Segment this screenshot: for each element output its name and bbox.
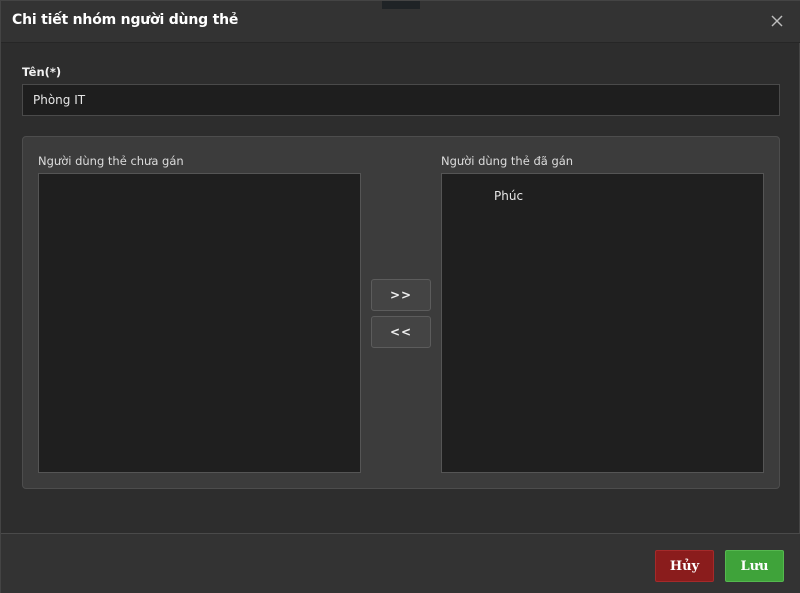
unassign-button[interactable]: << [371, 316, 431, 348]
assign-button[interactable]: >> [371, 279, 431, 311]
name-input[interactable] [22, 84, 780, 116]
dialog-titlebar: Chi tiết nhóm người dùng thẻ [1, 1, 800, 43]
assigned-users-list[interactable]: Phúc [441, 173, 764, 473]
dialog-footer: Hủy Lưu [1, 533, 800, 593]
assigned-users-label: Người dùng thẻ đã gán [441, 154, 574, 168]
name-label: Tên(*) [22, 65, 62, 79]
unassigned-users-list[interactable] [38, 173, 361, 473]
window-drag-handle[interactable] [382, 1, 420, 9]
unassigned-users-label: Người dùng thẻ chưa gán [38, 154, 184, 168]
close-button[interactable] [767, 11, 787, 31]
list-item[interactable]: Phúc [494, 189, 523, 203]
cancel-button[interactable]: Hủy [655, 550, 714, 582]
user-group-dialog: Chi tiết nhóm người dùng thẻ Tên(*) Ngườ… [0, 0, 800, 593]
close-icon [771, 15, 783, 27]
dialog-title: Chi tiết nhóm người dùng thẻ [12, 12, 239, 28]
assignment-panel: Người dùng thẻ chưa gán >> << Người dùng… [22, 136, 780, 489]
save-button[interactable]: Lưu [725, 550, 784, 582]
